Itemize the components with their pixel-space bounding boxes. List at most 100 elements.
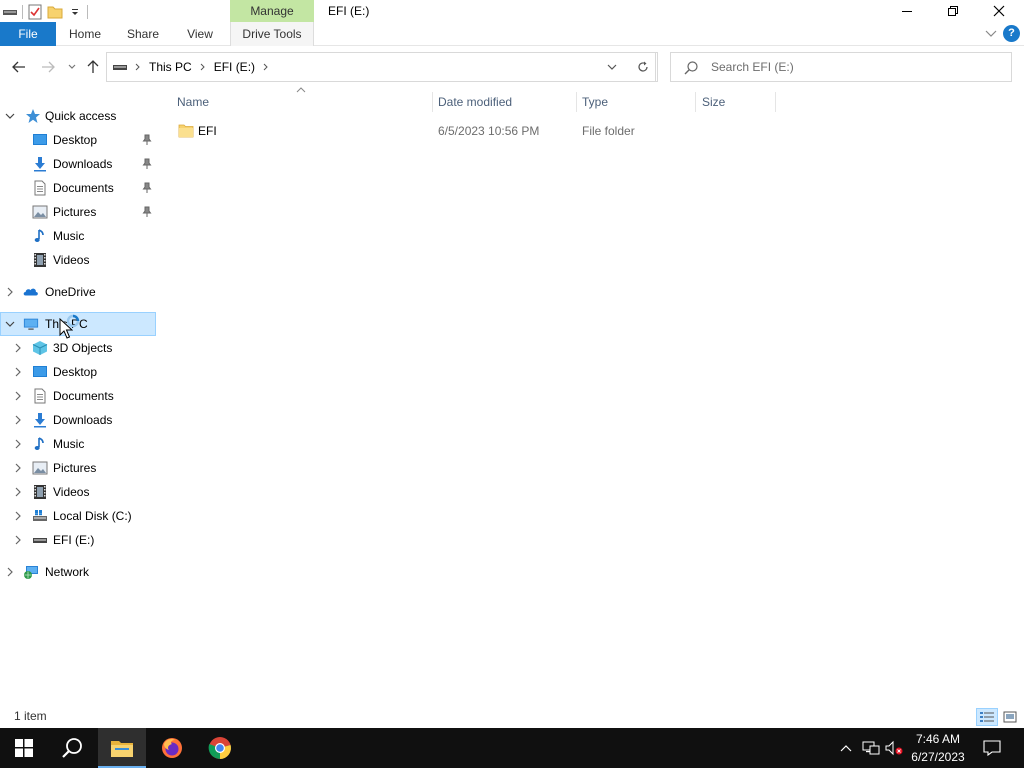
pin-icon[interactable]: [142, 134, 152, 146]
tree-quick-access[interactable]: Quick access: [0, 104, 156, 128]
chevron-right-icon[interactable]: [135, 63, 141, 71]
firefox-taskbar-button[interactable]: [148, 728, 196, 768]
chevron-right-icon[interactable]: [13, 535, 23, 545]
tree-label: Network: [45, 565, 90, 579]
column-divider[interactable]: [576, 92, 577, 112]
pin-icon[interactable]: [142, 182, 152, 194]
tree-qa-desktop[interactable]: Desktop: [0, 128, 156, 152]
tree-network[interactable]: Network: [0, 560, 156, 584]
network-tray-button[interactable]: [860, 728, 882, 768]
tree-pc-videos[interactable]: Videos: [0, 480, 156, 504]
close-button[interactable]: [976, 0, 1022, 22]
chevron-right-icon[interactable]: [13, 367, 23, 377]
up-button[interactable]: [83, 57, 103, 77]
videos-icon: [34, 485, 46, 499]
chevron-right-icon[interactable]: [13, 391, 23, 401]
chevron-right-icon[interactable]: [13, 439, 23, 449]
chrome-taskbar-button[interactable]: [196, 728, 244, 768]
start-button[interactable]: [0, 728, 48, 768]
tree-qa-pictures[interactable]: Pictures: [0, 200, 156, 224]
chevron-right-icon[interactable]: [263, 63, 269, 71]
videos-icon: [34, 253, 46, 267]
expand-ribbon-icon[interactable]: [985, 27, 997, 41]
chevron-right-icon[interactable]: [13, 487, 23, 497]
forward-button[interactable]: [38, 57, 58, 77]
tree-label: Local Disk (C:): [53, 509, 132, 523]
address-bar[interactable]: This PC EFI (E:): [106, 52, 656, 82]
column-header-date[interactable]: Date modified: [438, 90, 572, 114]
tab-file[interactable]: File: [0, 22, 56, 46]
title-bar: Manage EFI (E:): [0, 0, 1024, 22]
tree-label: Pictures: [53, 205, 97, 219]
chevron-down-icon[interactable]: [5, 111, 15, 121]
chevron-right-icon[interactable]: [13, 511, 23, 521]
tree-label: Music: [53, 229, 85, 243]
chevron-right-icon[interactable]: [5, 567, 15, 577]
tree-qa-documents[interactable]: Documents: [0, 176, 156, 200]
tree-pc-efi[interactable]: EFI (E:): [0, 528, 156, 552]
chevron-right-icon[interactable]: [13, 343, 23, 353]
tree-pc-3d-objects[interactable]: 3D Objects: [0, 336, 156, 360]
minimize-button[interactable]: [884, 0, 930, 22]
tab-home[interactable]: Home: [62, 22, 108, 46]
search-taskbar-button[interactable]: [48, 728, 96, 768]
show-hidden-icons-button[interactable]: [836, 728, 856, 768]
column-header-name[interactable]: Name: [177, 90, 427, 114]
tree-pc-downloads[interactable]: Downloads: [0, 408, 156, 432]
downloads-icon: [34, 157, 46, 172]
search-input[interactable]: [711, 53, 1001, 81]
column-divider[interactable]: [695, 92, 696, 112]
chevron-right-icon[interactable]: [200, 63, 206, 71]
tab-manage[interactable]: Manage: [230, 0, 314, 22]
properties-icon[interactable]: [27, 4, 43, 20]
restore-button[interactable]: [930, 0, 976, 22]
desktop-icon: [33, 134, 47, 145]
tree-pc-pictures[interactable]: Pictures: [0, 456, 156, 480]
drive-icon[interactable]: [2, 4, 18, 20]
large-icons-view-button[interactable]: [999, 708, 1021, 726]
help-icon[interactable]: ?: [1003, 25, 1020, 42]
column-divider[interactable]: [775, 92, 776, 112]
tree-pc-desktop[interactable]: Desktop: [0, 360, 156, 384]
tab-share[interactable]: Share: [120, 22, 166, 46]
tab-drive-tools[interactable]: Drive Tools: [230, 22, 314, 46]
back-button[interactable]: [9, 57, 29, 77]
item-count: 1 item: [14, 709, 47, 723]
file-explorer-icon: [111, 741, 133, 757]
refresh-button[interactable]: [628, 52, 658, 82]
new-folder-icon[interactable]: [47, 4, 63, 20]
column-header-size[interactable]: Size: [702, 90, 772, 114]
column-header-type[interactable]: Type: [582, 90, 690, 114]
tree-pc-local-disk[interactable]: Local Disk (C:): [0, 504, 156, 528]
tree-qa-videos[interactable]: Videos: [0, 248, 156, 272]
close-icon: [993, 5, 1005, 17]
tree-onedrive[interactable]: OneDrive: [0, 280, 156, 304]
chevron-down-icon[interactable]: [67, 4, 83, 20]
clock[interactable]: 7:46 AM 6/27/2023: [900, 730, 976, 766]
details-view-button[interactable]: [976, 708, 998, 726]
chevron-right-icon[interactable]: [5, 287, 15, 297]
details-view-icon: [980, 712, 994, 722]
chevron-down-icon[interactable]: [5, 319, 15, 329]
tree-qa-music[interactable]: Music: [0, 224, 156, 248]
pin-icon[interactable]: [142, 206, 152, 218]
breadcrumb-efi[interactable]: EFI (E:): [214, 60, 255, 74]
separator: [22, 5, 23, 19]
chevron-down-icon: [607, 64, 617, 70]
taskbar: 7:46 AM 6/27/2023: [0, 728, 1024, 768]
pin-icon[interactable]: [142, 158, 152, 170]
file-explorer-taskbar-button[interactable]: [98, 728, 146, 768]
recent-locations-button[interactable]: [62, 57, 82, 77]
notifications-button[interactable]: [980, 728, 1004, 768]
tree-pc-documents[interactable]: Documents: [0, 384, 156, 408]
tab-view[interactable]: View: [178, 22, 222, 46]
address-history-button[interactable]: [598, 52, 626, 82]
tree-pc-music[interactable]: Music: [0, 432, 156, 456]
column-divider[interactable]: [432, 92, 433, 112]
file-name: EFI: [198, 124, 217, 138]
file-row[interactable]: EFI 6/5/2023 10:56 PM File folder: [172, 120, 776, 142]
tree-qa-downloads[interactable]: Downloads: [0, 152, 156, 176]
chevron-right-icon[interactable]: [13, 463, 23, 473]
chevron-right-icon[interactable]: [13, 415, 23, 425]
breadcrumb-this-pc[interactable]: This PC: [149, 60, 192, 74]
